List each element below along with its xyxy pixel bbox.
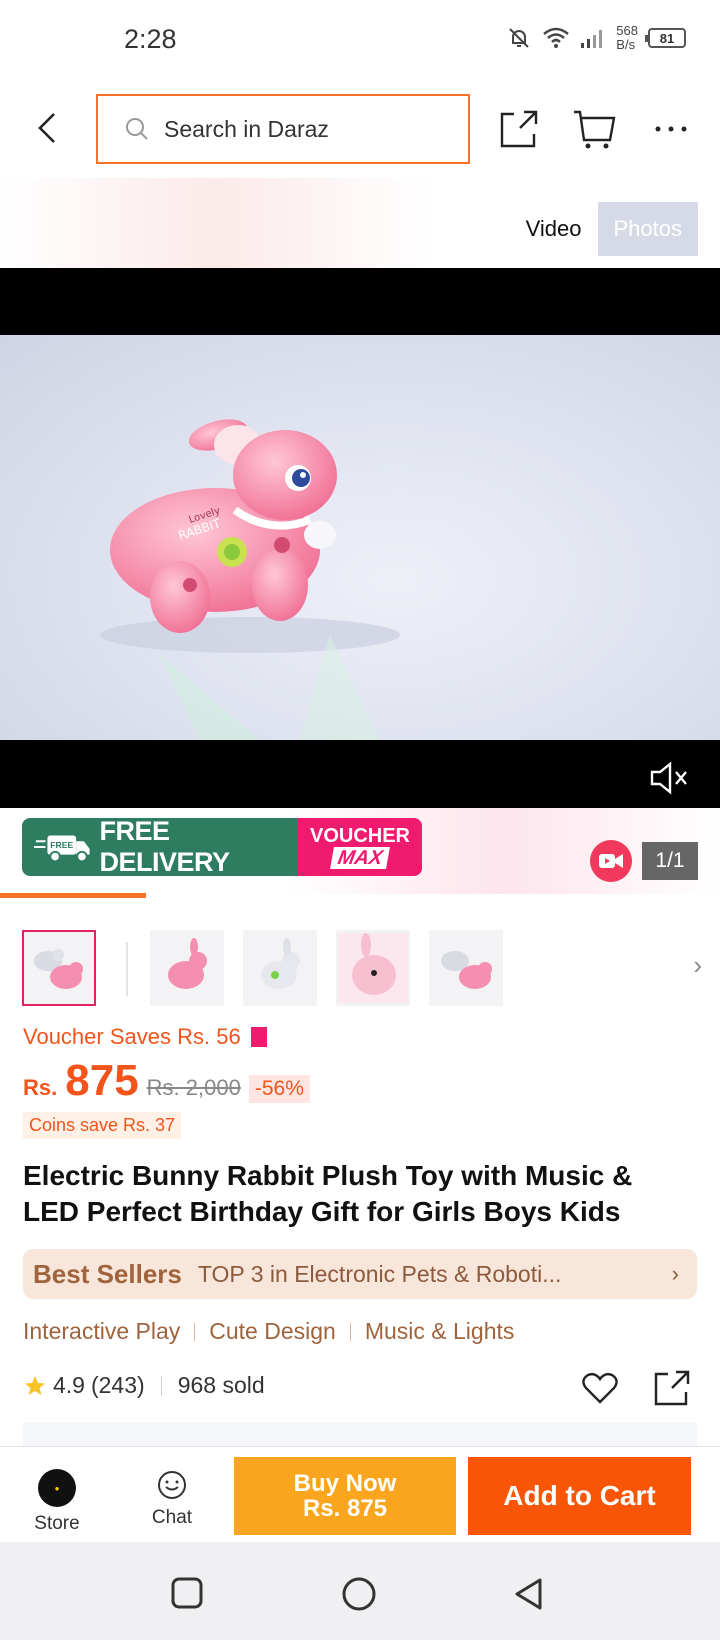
free-delivery-section: FREE FREE DELIVERY bbox=[22, 818, 298, 876]
voucher-saves[interactable]: Voucher Saves Rs. 56 bbox=[23, 1024, 267, 1050]
video-letterbox-top bbox=[0, 268, 720, 335]
net-speed-value: 568 bbox=[616, 23, 638, 38]
product-title: Electric Bunny Rabbit Plush Toy with Mus… bbox=[23, 1160, 633, 1227]
wishlist-heart-icon[interactable] bbox=[580, 1368, 620, 1408]
thumbnail-2[interactable] bbox=[150, 930, 224, 1006]
rabbit-toy-image: Lovely RABBIT bbox=[100, 419, 400, 740]
thumbnail-image bbox=[441, 951, 492, 989]
price-row: Rs. 875 Rs. 2,000 -56% bbox=[23, 1056, 310, 1106]
share-icon[interactable] bbox=[652, 1368, 692, 1408]
add-to-cart-button[interactable]: Add to Cart bbox=[468, 1457, 691, 1535]
current-price: 875 bbox=[65, 1056, 139, 1105]
signal-icon bbox=[581, 30, 603, 48]
best-sellers-bar[interactable]: Best Sellers TOP 3 in Electronic Pets & … bbox=[23, 1249, 697, 1299]
coins-save-badge: Coins save Rs. 37 bbox=[23, 1112, 182, 1139]
notifications-off-icon bbox=[509, 28, 530, 48]
best-sellers-label: Best Sellers bbox=[33, 1258, 182, 1289]
net-speed-unit: B/s bbox=[616, 37, 636, 52]
feature-tags: Interactive Play Cute Design Music & Lig… bbox=[23, 1318, 514, 1345]
bottom-action-bar: ● Store Chat Buy Now Rs. 875 Add to Cart bbox=[0, 1446, 720, 1542]
top-header: Search in Daraz bbox=[0, 88, 720, 168]
buy-now-button[interactable]: Buy Now Rs. 875 bbox=[234, 1457, 456, 1535]
thumbnail-strip: › bbox=[22, 930, 702, 1006]
section-divider bbox=[23, 1422, 697, 1446]
voucher-saves-text: Voucher Saves Rs. 56 bbox=[23, 1024, 241, 1049]
tag-divider bbox=[194, 1322, 196, 1341]
buy-now-price: Rs. 875 bbox=[302, 1495, 388, 1522]
net-speed: 568 B/s bbox=[616, 24, 638, 52]
wifi-icon bbox=[543, 27, 570, 48]
tag-divider bbox=[349, 1322, 351, 1341]
status-icons: 568 B/s 81 bbox=[506, 24, 686, 52]
max-label: MAX bbox=[329, 847, 391, 869]
store-label: Store bbox=[34, 1513, 80, 1534]
tag-cute-design: Cute Design bbox=[209, 1318, 336, 1344]
add-to-cart-label: Add to Cart bbox=[503, 1480, 656, 1511]
chevron-right-icon[interactable]: › bbox=[693, 950, 702, 981]
chat-button[interactable]: Chat bbox=[146, 1469, 198, 1529]
store-button[interactable]: ● Store bbox=[30, 1469, 84, 1535]
share-icon[interactable] bbox=[496, 106, 542, 152]
chat-label: Chat bbox=[151, 1507, 193, 1528]
cart-icon[interactable] bbox=[572, 106, 618, 152]
back-icon[interactable] bbox=[30, 108, 66, 148]
rating-divider bbox=[160, 1375, 162, 1396]
thumbnail-1[interactable] bbox=[22, 930, 96, 1006]
tag-music-lights: Music & Lights bbox=[364, 1318, 515, 1344]
status-time: 2:28 bbox=[124, 24, 177, 54]
media-progress-bar bbox=[0, 893, 146, 898]
free-label: FREE bbox=[50, 840, 73, 850]
best-sellers-rank: TOP 3 in Electronic Pets & Roboti... bbox=[197, 1260, 562, 1287]
media-header: Video Photos bbox=[0, 178, 720, 268]
thumbnail-divider bbox=[126, 942, 128, 996]
thumbnail-5[interactable] bbox=[429, 930, 503, 1006]
voucher-label: VOUCHER bbox=[309, 825, 410, 847]
promo-strip: FREE FREE DELIVERY VOUCHER MAX 1/1 bbox=[0, 808, 720, 894]
video-camera-button[interactable] bbox=[590, 840, 632, 882]
voucher-max-badge: VOUCHER MAX bbox=[298, 818, 422, 876]
thumbnail-image bbox=[338, 933, 408, 1003]
voucher-tag-icon bbox=[250, 1027, 267, 1047]
tag-interactive-play: Interactive Play bbox=[23, 1318, 181, 1344]
rating-value: 4.9 bbox=[53, 1372, 85, 1398]
review-count: (243) bbox=[90, 1372, 145, 1398]
video-camera-icon bbox=[599, 854, 623, 868]
tab-photos[interactable]: Photos bbox=[597, 202, 698, 256]
thumbnail-image bbox=[168, 938, 207, 989]
product-video[interactable]: Lovely RABBIT bbox=[0, 335, 720, 740]
rating-row[interactable]: 4.9 (243) 968 sold bbox=[23, 1372, 265, 1399]
chevron-right-icon: › bbox=[671, 1261, 679, 1286]
free-delivery-banner[interactable]: FREE FREE DELIVERY VOUCHER MAX bbox=[22, 818, 422, 876]
recents-icon[interactable] bbox=[170, 1576, 204, 1610]
more-icon[interactable] bbox=[648, 106, 694, 152]
store-logo-icon: ● bbox=[38, 1469, 76, 1507]
media-counter: 1/1 bbox=[642, 842, 698, 880]
buy-now-label: Buy Now bbox=[293, 1470, 397, 1497]
search-input[interactable]: Search in Daraz bbox=[96, 94, 470, 164]
currency: Rs. bbox=[23, 1075, 58, 1100]
thumbnail-4[interactable] bbox=[336, 930, 410, 1006]
battery-level: 81 bbox=[659, 30, 675, 46]
thumbnail-3[interactable] bbox=[243, 930, 317, 1006]
original-price: Rs. 2,000 bbox=[146, 1075, 241, 1100]
thumbnail-image bbox=[34, 949, 83, 989]
status-bar: 2:28 568 B/s 81 bbox=[0, 0, 720, 80]
home-icon[interactable] bbox=[341, 1576, 377, 1612]
video-letterbox-bottom bbox=[0, 740, 720, 808]
star-icon bbox=[25, 1375, 45, 1395]
delivery-truck-icon: FREE bbox=[34, 835, 90, 863]
media-tabs: Video Photos bbox=[510, 202, 698, 256]
mute-icon[interactable] bbox=[648, 760, 690, 796]
tab-video[interactable]: Video bbox=[510, 202, 598, 256]
sold-count: 968 sold bbox=[177, 1372, 265, 1398]
system-nav-bar bbox=[0, 1542, 720, 1640]
search-icon bbox=[126, 118, 148, 140]
chat-icon bbox=[158, 1471, 186, 1499]
thumbnail-image bbox=[261, 938, 300, 989]
battery-icon: 81 bbox=[645, 28, 686, 48]
nav-back-icon[interactable] bbox=[512, 1576, 546, 1612]
search-placeholder: Search in Daraz bbox=[164, 115, 329, 142]
discount-badge: -56% bbox=[248, 1075, 310, 1103]
free-delivery-label: FREE DELIVERY bbox=[99, 818, 231, 876]
